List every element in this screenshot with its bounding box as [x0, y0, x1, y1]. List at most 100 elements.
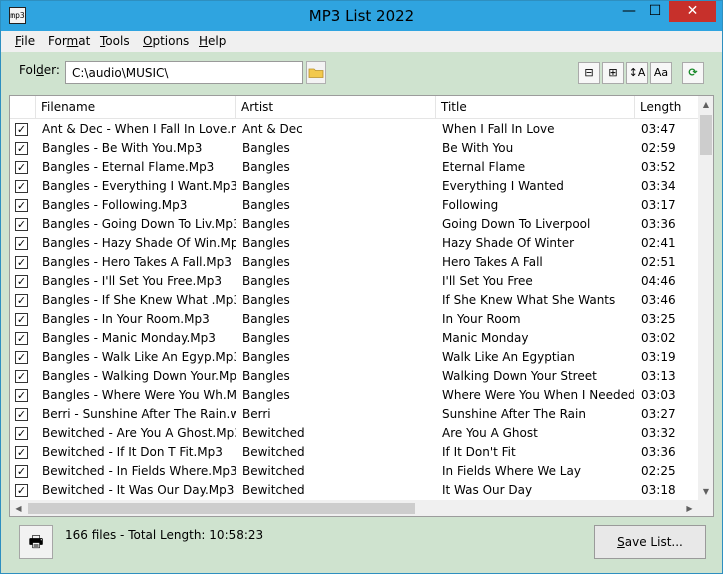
row-checkbox[interactable]: ✓	[15, 180, 28, 193]
maximize-button[interactable]: ☐	[642, 1, 668, 22]
expand-rows-button[interactable]: ⊟	[578, 62, 600, 84]
table-row[interactable]: ✓ Bangles - Manic Monday.Mp3 Bangles Manic …	[10, 329, 698, 348]
menu-bar: File Format Tools Options Help	[1, 31, 722, 52]
title-bar[interactable]: mp3 MP3 List 2022 — ☐ ✕	[1, 1, 722, 31]
cell-artist: Bangles	[242, 293, 290, 307]
table-row[interactable]: ✓ Bangles - Hero Takes A Fall.Mp3 Bangles H…	[10, 253, 698, 272]
cell-title: Be With You	[442, 141, 514, 155]
row-checkbox[interactable]: ✓	[15, 218, 28, 231]
table-row[interactable]: ✓ Bangles - Eternal Flame.Mp3 Bangles Etern…	[10, 158, 698, 177]
horizontal-scrollbar[interactable]: ◀ ▶	[10, 500, 698, 516]
cell-title: Manic Monday	[442, 331, 529, 345]
table-row[interactable]: ✓ Ant & Dec - When I Fall In Love.m... Ant…	[10, 120, 698, 139]
cell-title: In Fields Where We Lay	[442, 464, 581, 478]
cell-artist: Bangles	[242, 331, 290, 345]
menu-tools[interactable]: Tools	[100, 34, 130, 48]
cell-filename: Bangles - Hazy Shade Of Win.Mp3	[42, 236, 236, 250]
browse-folder-button[interactable]	[306, 61, 326, 84]
table-row[interactable]: ✓ Bangles - If She Knew What .Mp3 Bangles I…	[10, 291, 698, 310]
row-checkbox[interactable]: ✓	[15, 256, 28, 269]
row-checkbox[interactable]: ✓	[15, 484, 28, 497]
cell-artist: Bangles	[242, 198, 290, 212]
table-row[interactable]: ✓ Berri - Sunshine After The Rain.w... Ber…	[10, 405, 698, 424]
column-header-length[interactable]: Length	[635, 96, 698, 119]
cell-artist: Bangles	[242, 141, 290, 155]
menu-format[interactable]: Format	[48, 34, 90, 48]
row-checkbox[interactable]: ✓	[15, 408, 28, 421]
close-button[interactable]: ✕	[669, 1, 716, 22]
column-header-title[interactable]: Title	[436, 96, 635, 119]
column-header-artist[interactable]: Artist	[236, 96, 436, 119]
table-row[interactable]: ✓ Bangles - Be With You.Mp3 Bangles Be With…	[10, 139, 698, 158]
table-row[interactable]: ✓ Bangles - Going Down To Liv.Mp3 Bangles G…	[10, 215, 698, 234]
column-header-check[interactable]	[10, 96, 36, 119]
row-checkbox[interactable]: ✓	[15, 313, 28, 326]
menu-file[interactable]: File	[15, 34, 35, 48]
horizontal-scroll-thumb[interactable]	[28, 503, 415, 514]
table-row[interactable]: ✓ Bewitched - Are You A Ghost.Mp3 Bewitche…	[10, 424, 698, 443]
cell-filename: Bangles - Going Down To Liv.Mp3	[42, 217, 236, 231]
font-button[interactable]: Aa	[650, 62, 672, 84]
table-row[interactable]: ✓ Bewitched - In Fields Where.Mp3 Bewitche…	[10, 462, 698, 481]
cell-title: Walk Like An Egyptian	[442, 350, 575, 364]
file-list[interactable]: Filename Artist Title Length ✓ Ant & Dec …	[9, 95, 714, 517]
print-button[interactable]: 🖶	[19, 525, 53, 559]
table-row[interactable]: ✓ Bangles - I'll Set You Free.Mp3 Bangles I…	[10, 272, 698, 291]
row-checkbox[interactable]: ✓	[15, 370, 28, 383]
expand-rows-icon: ⊟	[584, 66, 594, 79]
vertical-scroll-thumb[interactable]	[700, 115, 712, 155]
folder-input[interactable]	[65, 61, 303, 84]
menu-help[interactable]: Help	[199, 34, 226, 48]
row-checkbox[interactable]: ✓	[15, 294, 28, 307]
collapse-rows-icon: ⊞	[608, 66, 618, 79]
table-row[interactable]: ✓ Bangles - Where Were You Wh.Mp3 Bangles W…	[10, 386, 698, 405]
row-checkbox[interactable]: ✓	[15, 142, 28, 155]
cell-artist: Berri	[242, 407, 271, 421]
cell-length: 03:32	[641, 426, 676, 440]
row-checkbox[interactable]: ✓	[15, 427, 28, 440]
list-header: Filename Artist Title Length	[10, 96, 698, 119]
cell-filename: Bangles - Manic Monday.Mp3	[42, 331, 216, 345]
table-row[interactable]: ✓ Bangles - Walk Like An Egyp.Mp3 Bangles W…	[10, 348, 698, 367]
row-checkbox[interactable]: ✓	[15, 332, 28, 345]
row-checkbox[interactable]: ✓	[15, 161, 28, 174]
scroll-up-icon[interactable]: ▲	[698, 96, 713, 113]
cell-title: Following	[442, 198, 499, 212]
minimize-button[interactable]: —	[616, 1, 642, 22]
cell-artist: Bangles	[242, 369, 290, 383]
menu-options[interactable]: Options	[143, 34, 189, 48]
table-row[interactable]: ✓ Bewitched - It Was Our Day.Mp3 Bewitched…	[10, 481, 698, 500]
row-checkbox[interactable]: ✓	[15, 123, 28, 136]
table-row[interactable]: ✓ Bangles - Walking Down Your.Mp3 Bangles W…	[10, 367, 698, 386]
row-checkbox[interactable]: ✓	[15, 351, 28, 364]
cell-filename: Bangles - In Your Room.Mp3	[42, 312, 210, 326]
table-row[interactable]: ✓ Bangles - Following.Mp3 Bangles Following…	[10, 196, 698, 215]
cell-artist: Bewitched	[242, 464, 305, 478]
cell-title: If It Don't Fit	[442, 445, 516, 459]
cell-title: Eternal Flame	[442, 160, 526, 174]
column-header-filename[interactable]: Filename	[36, 96, 236, 119]
cell-filename: Ant & Dec - When I Fall In Love.m...	[42, 122, 236, 136]
table-row[interactable]: ✓ Bangles - Hazy Shade Of Win.Mp3 Bangles H…	[10, 234, 698, 253]
refresh-button[interactable]: ⟳	[682, 62, 704, 84]
row-checkbox[interactable]: ✓	[15, 275, 28, 288]
row-checkbox[interactable]: ✓	[15, 446, 28, 459]
cell-length: 03:52	[641, 160, 676, 174]
vertical-scrollbar[interactable]: ▲ ▼	[698, 96, 713, 500]
table-row[interactable]: ✓ Bangles - In Your Room.Mp3 Bangles In You…	[10, 310, 698, 329]
cell-filename: Berri - Sunshine After The Rain.w...	[42, 407, 236, 421]
row-checkbox[interactable]: ✓	[15, 465, 28, 478]
scroll-down-icon[interactable]: ▼	[698, 483, 713, 500]
cell-length: 02:41	[641, 236, 676, 250]
scroll-left-icon[interactable]: ◀	[10, 500, 27, 516]
table-row[interactable]: ✓ Bewitched - If It Don T Fit.Mp3 Bewitche…	[10, 443, 698, 462]
sort-button[interactable]: ↕A	[626, 62, 648, 84]
scroll-right-icon[interactable]: ▶	[681, 500, 698, 516]
cell-length: 03:17	[641, 198, 676, 212]
collapse-rows-button[interactable]: ⊞	[602, 62, 624, 84]
row-checkbox[interactable]: ✓	[15, 199, 28, 212]
save-list-button[interactable]: Save List...	[594, 525, 706, 559]
row-checkbox[interactable]: ✓	[15, 237, 28, 250]
row-checkbox[interactable]: ✓	[15, 389, 28, 402]
table-row[interactable]: ✓ Bangles - Everything I Want.Mp3 Bangles E…	[10, 177, 698, 196]
